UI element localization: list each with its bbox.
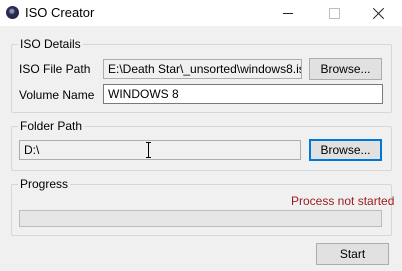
progress-bar [19,210,382,227]
close-icon [373,7,385,19]
text-cursor-icon [146,142,152,158]
volume-name-field[interactable]: WINDOWS 8 [103,84,383,104]
window-title: ISO Creator [25,5,95,20]
folder-path-group-label: Folder Path [18,119,85,133]
maximize-button[interactable] [311,0,357,26]
progress-status-text: Process not started [291,194,395,208]
title-bar[interactable]: ISO Creator [0,0,402,26]
disc-app-icon [6,6,19,19]
minimize-button[interactable] [265,0,311,26]
iso-file-path-label: ISO File Path [19,62,91,76]
folder-path-field[interactable]: D:\ [19,140,301,160]
start-button[interactable]: Start [316,243,389,265]
minimize-icon [283,12,293,14]
iso-browse-button[interactable]: Browse... [309,58,382,80]
folder-browse-button[interactable]: Browse... [309,139,382,161]
progress-group-label: Progress [18,177,71,191]
close-button[interactable] [356,0,402,26]
maximize-icon [328,7,340,19]
iso-details-group-label: ISO Details [18,37,83,51]
volume-name-label: Volume Name [19,88,95,102]
iso-file-path-field[interactable]: E:\Death Star\_unsorted\windows8.iso [103,59,302,79]
